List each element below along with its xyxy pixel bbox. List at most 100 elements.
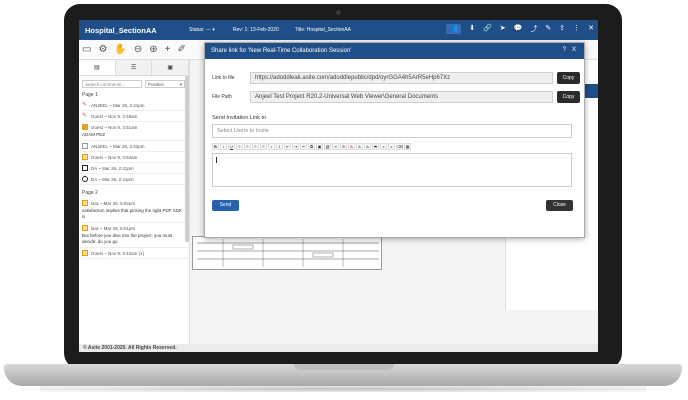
font-color-icon[interactable]: A	[348, 143, 355, 150]
comment-meta: DA ~ Mar 26, 2:41pm	[91, 165, 134, 171]
comment-meta: Guest ~ Nov 9, 3:52am	[91, 154, 138, 160]
tab-document[interactable]: ▤	[79, 60, 116, 75]
settings-icon[interactable]: ⚙	[98, 44, 107, 55]
comment-header: ✎ Guest ~ Nov 9, 3:49am	[82, 113, 186, 119]
pan-hand-icon[interactable]: ✋	[114, 44, 126, 55]
table-icon[interactable]: ▦	[404, 143, 411, 150]
indent-icon[interactable]: ⇥	[292, 143, 299, 150]
outdent-icon[interactable]: ⇤	[284, 143, 291, 150]
comment-item[interactable]: ✎ ANJEEL ~ Mar 26, 2:41pm	[79, 100, 189, 111]
path-field[interactable]: Anjeel Test Project R20.2-Universal Web …	[250, 91, 553, 103]
square-icon	[82, 143, 88, 149]
image-icon[interactable]: ▨	[324, 143, 331, 150]
comment-header: lara ~ Mar 26, 5:01pm	[82, 225, 186, 231]
link-field[interactable]: https://adoddleak.asite.com/adoddlepubli…	[250, 72, 553, 84]
subscript-icon[interactable]: x	[380, 143, 387, 150]
link-label: Link to file	[212, 75, 235, 81]
pin-icon: ✎	[82, 113, 88, 119]
number-list-icon[interactable]: 1	[276, 143, 283, 150]
tab-comments[interactable]: ▣	[152, 60, 190, 75]
comment-header: Guest ~ Nov 9, 3:51am	[82, 124, 186, 130]
laptop-base-notch	[294, 364, 394, 370]
panel-toggle-icon[interactable]: ▭	[82, 44, 91, 55]
comment-item[interactable]: ANJEEL ~ Mar 26, 2:43pm	[79, 141, 189, 152]
italic-icon[interactable]: I	[220, 143, 227, 150]
close-button[interactable]: Close	[546, 200, 573, 211]
note-icon	[82, 225, 88, 231]
superscript-icon[interactable]: x	[388, 143, 395, 150]
align-right-icon[interactable]: ≡	[252, 143, 259, 150]
app-topbar: Hospital_SectionAA Status: --- ▾ Rev: 1:…	[79, 20, 598, 40]
comment-header: Guest ~ Nov 9, 3:42am (1)	[82, 250, 186, 256]
link-icon[interactable]: 🔗	[483, 24, 492, 34]
remove-format-icon[interactable]: ⌫	[396, 143, 403, 150]
search-comments-input[interactable]: Search comments...	[82, 80, 142, 88]
share-icon[interactable]: ⤴	[530, 24, 537, 34]
comments-icon: ▣	[167, 65, 174, 71]
position-select[interactable]: Position	[145, 80, 185, 88]
comment-item[interactable]: Guest ~ Nov 9, 3:51am ADAM PEZ	[79, 122, 189, 141]
comment-item[interactable]: Guest ~ Nov 9, 3:52am	[79, 152, 189, 163]
send-icon[interactable]: ➤	[500, 24, 506, 34]
zoom-out-icon[interactable]: ⊖	[134, 44, 142, 55]
modal-header-icons: ? X	[563, 47, 576, 53]
comment-header: lara ~ Mar 26, 5:02pm	[82, 200, 186, 206]
paste-icon[interactable]: ▣	[316, 143, 323, 150]
copy-link-button[interactable]: Copy	[557, 72, 580, 84]
revision-label: Rev: 1: 13-Feb-2020	[232, 27, 279, 33]
text-box-icon	[82, 124, 88, 130]
more-icon[interactable]: ⋮	[573, 24, 580, 34]
comment-item[interactable]: Guest ~ Nov 9, 3:42am (1)	[79, 248, 189, 259]
cut-icon[interactable]: ✂	[300, 143, 307, 150]
font-size-icon[interactable]: A	[364, 143, 371, 150]
justify-icon[interactable]: ≡	[260, 143, 267, 150]
comment-item[interactable]: DA ~ Mar 26, 2:41pm	[79, 174, 189, 185]
highlight-icon[interactable]: A	[356, 143, 363, 150]
status-select[interactable]: Status: --- ▾	[189, 27, 215, 33]
drawing-sheet	[192, 236, 382, 270]
tab-list[interactable]: ☰	[116, 60, 153, 75]
help-icon[interactable]: ?	[563, 47, 566, 53]
unlink-icon[interactable]: ⊘	[340, 143, 347, 150]
page-2-label: Page 2	[82, 190, 98, 196]
underline-icon[interactable]: U	[228, 143, 235, 150]
copy-path-button[interactable]: Copy	[557, 91, 580, 103]
copy-icon[interactable]: ⧉	[308, 143, 315, 150]
download-icon[interactable]: ⬇	[469, 24, 475, 34]
bullet-list-icon[interactable]: •	[268, 143, 275, 150]
comment-item[interactable]: lara ~ Mar 26, 5:01pm But before you dive…	[79, 223, 189, 248]
close-viewer-icon[interactable]: ✕	[588, 24, 594, 34]
comment-meta: Guest ~ Nov 9, 3:42am (1)	[91, 250, 145, 256]
drawing-lines	[197, 239, 379, 267]
comment-item[interactable]: DA ~ Mar 26, 2:41pm	[79, 163, 189, 174]
annotate-icon[interactable]: ✐	[178, 44, 186, 55]
chat-icon[interactable]: 💬	[514, 24, 523, 34]
add-icon[interactable]: +	[165, 44, 171, 55]
note-icon	[82, 154, 88, 160]
people-icon[interactable]: 👥	[446, 24, 462, 34]
align-center-icon[interactable]: ≡	[244, 143, 251, 150]
zoom-in-icon[interactable]: ⊕	[149, 44, 157, 55]
message-editor[interactable]	[212, 153, 572, 187]
sidebar-search: Search comments... Position	[79, 76, 189, 90]
bold-icon[interactable]: B	[212, 143, 219, 150]
link-insert-icon[interactable]: ∞	[332, 143, 339, 150]
invite-users-input[interactable]: Select Users to Invite	[212, 124, 572, 138]
topbar-icons: 👥 ⬇ 🔗 ➤ 💬 ⤴ ✎ ⇪ ⋮ ✕	[446, 24, 594, 34]
comment-item[interactable]: ✎ Guest ~ Nov 9, 3:49am	[79, 111, 189, 122]
comment-header: ANJEEL ~ Mar 26, 2:43pm	[82, 143, 186, 149]
export-icon[interactable]: ⇪	[559, 24, 565, 34]
strikethrough-icon[interactable]: S	[372, 143, 379, 150]
comment-meta: Guest ~ Nov 9, 3:49am	[91, 113, 138, 119]
edit-icon[interactable]: ✎	[545, 24, 551, 34]
modal-close-icon[interactable]: X	[572, 47, 576, 53]
app-title: Hospital_SectionAA	[85, 25, 157, 35]
comment-meta: ANJEEL ~ Mar 26, 2:43pm	[91, 143, 145, 149]
webcam	[336, 10, 341, 15]
comments-sidebar: ▤ ☰ ▣ Search comments... Position Page 1…	[79, 60, 190, 344]
align-left-icon[interactable]: ≡	[236, 143, 243, 150]
send-button[interactable]: Send	[212, 200, 239, 211]
sidebar-scrollbar[interactable]	[185, 76, 189, 242]
comment-item[interactable]: lara ~ Mar 26, 5:02pm satisfaction implie…	[79, 198, 189, 223]
pin-icon: ✎	[82, 102, 88, 108]
